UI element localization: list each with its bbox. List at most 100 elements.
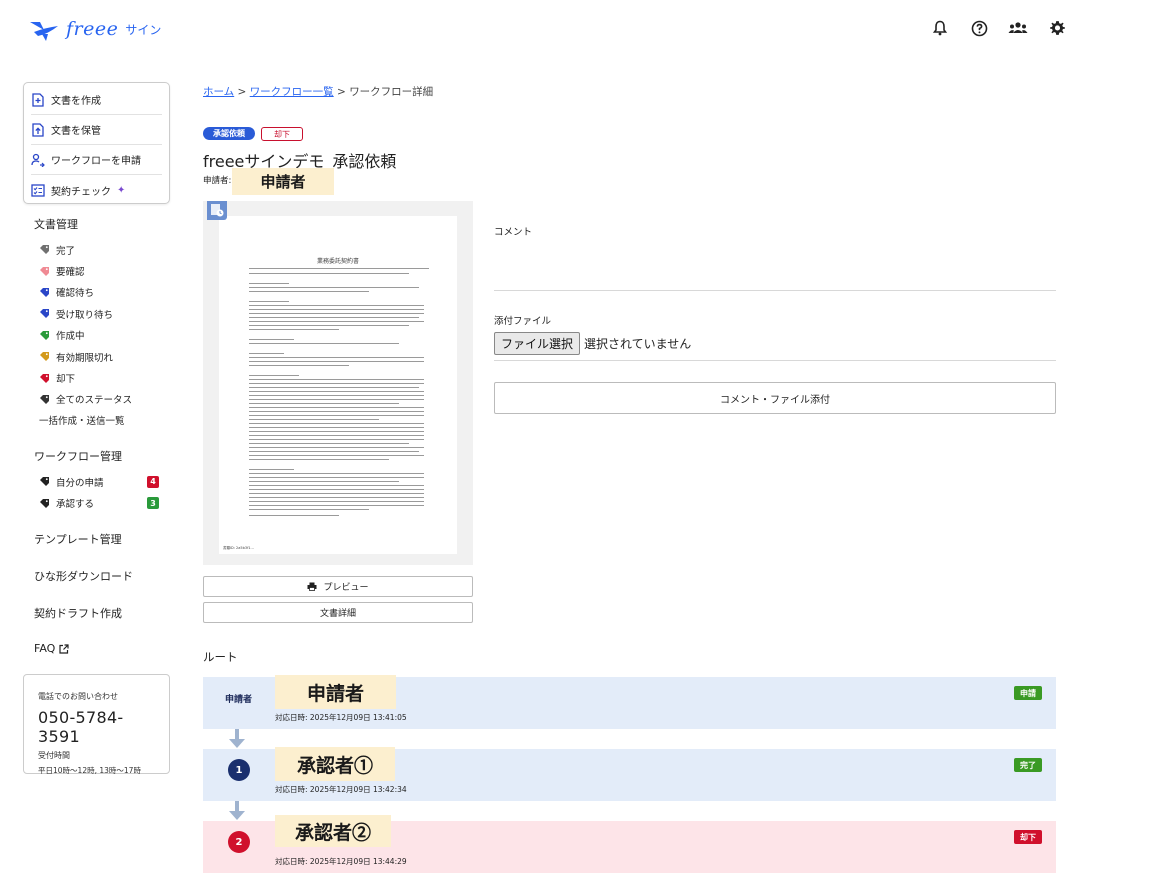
preview-text-line [249,481,399,483]
preview-text-line [249,459,389,461]
sidebar-item-label: 却下 [56,374,76,386]
document-preview[interactable]: 業務委託契約書 書類ID: 2a5b3f1... [203,201,473,565]
printer-icon [307,582,317,591]
step-number: 1 [228,759,250,781]
template-mgmt-link[interactable]: テンプレート管理 [34,531,122,547]
preview-footer-id: 書類ID: 2a5b3f1... [223,546,254,550]
sidebar-item-approve[interactable]: 承認する 3 [39,492,159,513]
sidebar-item-label: 作成中 [56,331,85,343]
contact-hours: 平日10時〜12時, 13時〜17時 [38,766,141,775]
preview-text-line [249,325,409,327]
preview-text-line [249,411,424,413]
store-document-label: 文書を保管 [51,126,101,137]
store-document-button[interactable]: 文書を保管 [31,115,162,145]
preview-text-line [249,443,409,445]
tag-icon [40,373,49,383]
contract-check-button[interactable]: 契約チェック ✦ [31,175,162,205]
route-role-label: 申請者 [225,695,253,705]
preview-text-line [249,399,424,401]
preview-text-line [249,383,424,385]
sidebar-item-status[interactable]: 確認待ち [39,282,132,303]
document-detail-button[interactable]: 文書詳細 [203,602,473,623]
preview-text-line [249,301,289,303]
tag-icon [40,352,49,362]
faq-label: FAQ [34,642,56,655]
status-badge: 申請 [1014,686,1042,700]
preview-text-line [249,485,424,487]
contract-check-label: 契約チェック [51,186,111,198]
file-select-button[interactable]: ファイル選択 [494,332,581,355]
preview-text-line [249,415,424,417]
sidebar-item-status[interactable]: 全てのステータス [39,389,132,410]
preview-text-line [249,419,379,421]
sidebar-item-status[interactable]: 却下 [39,367,132,388]
preview-text-line [249,427,424,429]
route-step-time: 対応日時: 2025年12月09日 13:44:29 [275,857,407,866]
logo-text: freee [66,18,119,40]
sidebar-item-status[interactable]: 有効期限切れ [39,346,132,367]
tag-icon [40,287,49,297]
sidebar-item-label: 確認待ち [56,288,95,300]
comment-section: コメント 添付ファイル ファイル選択 選択されていません コメント・ファイル添付 [494,220,1056,414]
bell-icon[interactable] [930,18,950,38]
preview-text-line [249,501,424,503]
doc-mgmt-heading[interactable]: 文書管理 [34,216,78,232]
preview-button[interactable]: プレビュー [203,576,473,597]
preview-text-line [249,273,409,275]
sidebar-item-status[interactable]: 作成中 [39,325,132,346]
preview-text-line [249,391,424,393]
preview-text-line [249,361,424,363]
sparkle-icon: ✦ [117,184,126,196]
create-document-button[interactable]: 文書を作成 [31,85,162,115]
sidebar-item-status[interactable]: 受け取り待ち [39,303,132,324]
help-circle-icon[interactable] [969,18,989,38]
sidebar-item-label: 全てのステータス [56,395,133,407]
sidebar-item-label: 承認する [56,499,95,511]
comment-area[interactable] [494,238,1056,290]
rejected-badge: 却下 [261,127,303,141]
preview-text-line [249,447,424,449]
route-step-name: 承認者① [275,747,395,781]
tag-icon [40,394,49,404]
sidebar-item-status[interactable]: 完了 [39,239,132,260]
bulk-send-list-link[interactable]: 一括作成・送信一覧 [39,413,125,427]
freee-sign-logo[interactable]: freee サイン [28,16,161,42]
preview-text-line [249,493,424,495]
status-badge: 却下 [1014,830,1042,844]
doc-upload-icon [31,122,45,137]
breadcrumb-workflow-list[interactable]: ワークフロー一覧 [250,86,334,98]
route-step-name: 申請者 [275,675,396,709]
route-step-approver-1: 1 承認者① 対応日時: 2025年12月09日 13:42:34 完了 [203,747,1056,801]
gear-icon[interactable] [1047,18,1067,38]
route-step-time: 対応日時: 2025年12月09日 13:42:34 [275,785,407,794]
sidebar-item-my-requests[interactable]: 自分の申請 4 [39,471,159,492]
preview-text-line [249,451,419,453]
preview-text-line [249,379,424,381]
down-arrow-icon [229,729,245,748]
preview-text-line [249,431,424,433]
preview-text-line [249,375,299,377]
preview-text-line [249,395,424,397]
preview-text-line [249,515,339,517]
faq-link[interactable]: FAQ [34,642,69,655]
workflow-mgmt-heading[interactable]: ワークフロー管理 [34,448,122,464]
breadcrumb-home[interactable]: ホーム [203,86,234,98]
contract-draft-link[interactable]: 契約ドラフト作成 [34,605,122,621]
create-document-label: 文書を作成 [51,96,101,107]
route-step-approver-2: 2 承認者② 対応日時: 2025年12月09日 13:44:29 却下 [203,815,1056,873]
bird-logo-icon [30,22,58,41]
sidebar-item-status[interactable]: 要確認 [39,260,132,281]
contact-box: 電話でのお問い合わせ 050-5784-3591 受付時間 平日10時〜12時,… [23,674,170,775]
comment-file-submit-button[interactable]: コメント・ファイル添付 [494,382,1056,414]
external-link-icon [59,643,69,654]
sidebar-item-label: 自分の申請 [56,477,104,489]
preview-text-line [249,455,424,457]
preview-text-line [249,305,424,307]
tag-icon [40,309,49,319]
preview-text-line [249,407,424,409]
apply-workflow-button[interactable]: ワークフローを申請 [31,145,162,175]
hinagata-download-link[interactable]: ひな形ダウンロード [34,568,133,584]
route-step-time: 対応日時: 2025年12月09日 13:41:05 [275,713,407,722]
team-icon[interactable] [1008,18,1028,38]
preview-text-line [249,509,369,511]
